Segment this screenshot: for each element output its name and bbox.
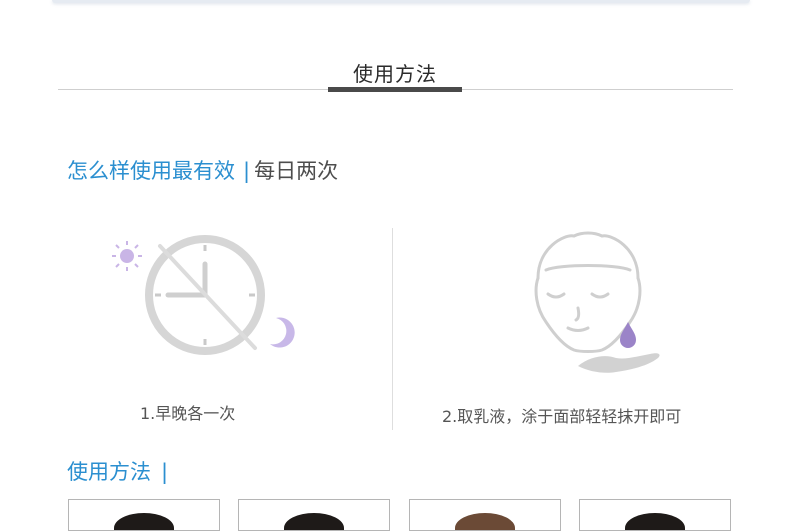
hair-image [625,513,685,530]
top-panel-edge [52,0,750,3]
headline-detail: 每日两次 [254,159,339,183]
clock-face-icon [145,235,265,355]
method-title: 使用方法 | [67,456,168,486]
section-title: 使用方法 [353,62,437,86]
method-title-separator: | [161,460,169,484]
hair-image [114,513,174,530]
method-thumbnail-1 [68,499,220,531]
method-thumbnail-2 [238,499,390,531]
step-2-caption: 2.取乳液，涂于面部轻轻抹开即可 [442,407,682,426]
method-thumbnail-4 [579,499,731,531]
method-title-text: 使用方法 [67,460,151,484]
steps-divider [392,228,393,430]
hand-icon [578,353,660,373]
moon-icon [270,317,295,348]
step-1-caption: 1.早晚各一次 [140,404,236,423]
headline-separator: | [243,159,251,183]
hair-image [284,513,344,530]
hair-image [455,513,515,530]
clock-sun-moon-icon [112,235,295,355]
method-thumbnail-3 [409,499,561,531]
sun-icon [112,241,142,271]
face-lotion-drop-icon [534,231,660,373]
lotion-drop-icon [620,322,636,348]
title-underline [328,87,462,92]
usage-headline: 怎么样使用最有效 | 每日两次 [67,155,338,185]
headline-highlight: 怎么样使用最有效 [67,159,235,183]
